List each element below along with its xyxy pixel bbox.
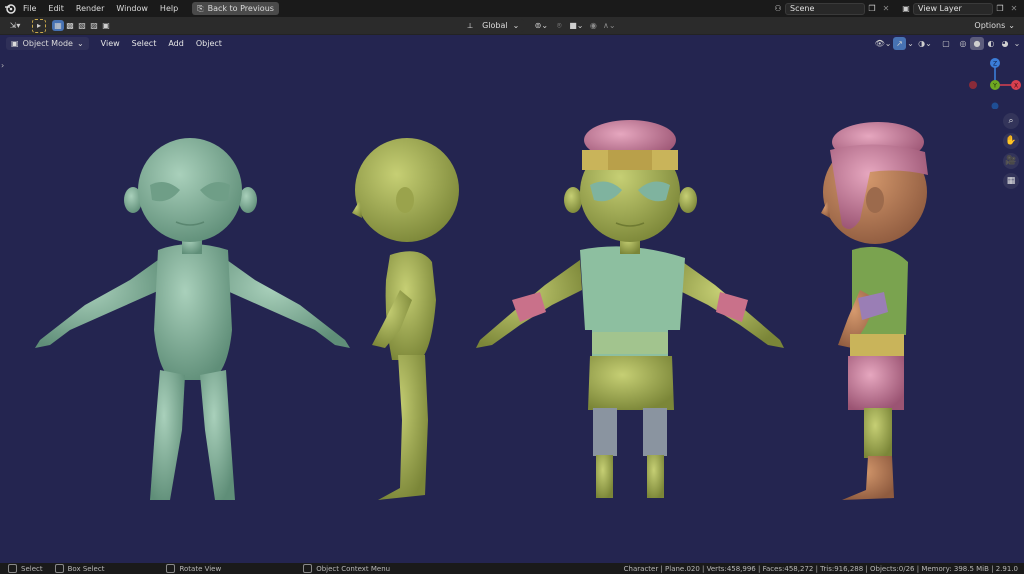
character-front-clothed-mesh[interactable]: [476, 120, 784, 498]
status-rotate-view: Rotate View: [166, 564, 221, 573]
scene-statistics: Character | Plane.020 | Verts:458,996 | …: [623, 564, 1018, 573]
back-to-previous-button[interactable]: ⎘ Back to Previous: [192, 2, 279, 15]
back-to-previous-label: Back to Previous: [207, 4, 274, 13]
status-select-label: Select: [21, 564, 43, 573]
options-button[interactable]: Options ⌄: [969, 19, 1020, 32]
falloff-icon[interactable]: ∧⌄: [600, 19, 618, 32]
snap-icon[interactable]: ⌾: [552, 19, 566, 32]
status-rotate-view-label: Rotate View: [179, 564, 222, 573]
character-models: [35, 120, 928, 500]
menu-file[interactable]: File: [17, 4, 42, 13]
status-bar: Select Box Select Rotate View Object Con…: [0, 563, 1024, 574]
status-box-select: Box Select: [54, 564, 105, 573]
select-subtract-icon[interactable]: ▧: [76, 19, 88, 32]
back-icon: ⎘: [197, 3, 204, 13]
delete-scene-icon[interactable]: ✕: [879, 2, 893, 15]
menu-window[interactable]: Window: [110, 4, 154, 13]
character-side-clothed-mesh[interactable]: [821, 122, 928, 500]
tool-settings-bar: ⇲▾ ▸ ▦ ▩ ▧ ▨ ▣ ⟂ Global ⌄ ⊚⌄ ⌾ ■⌄ ◉ ∧⌄ O…: [0, 17, 1024, 35]
view-layer-selector-icon[interactable]: ▣: [899, 2, 913, 15]
scene-name-field[interactable]: Scene: [785, 2, 865, 15]
orientation-label: Global: [482, 21, 508, 30]
scene-selector-icon[interactable]: ⚇: [771, 2, 785, 15]
blender-logo-icon[interactable]: [3, 2, 17, 15]
view-layer-name: View Layer: [918, 4, 962, 13]
mouse-middle-icon: [166, 564, 176, 573]
select-difference-icon[interactable]: ▨: [88, 19, 100, 32]
status-context-menu: Object Context Menu: [303, 564, 390, 573]
new-scene-icon[interactable]: ❐: [865, 2, 879, 15]
delete-view-layer-icon[interactable]: ✕: [1007, 2, 1021, 15]
menu-edit[interactable]: Edit: [42, 4, 70, 13]
menu-render[interactable]: Render: [70, 4, 110, 13]
status-box-select-label: Box Select: [67, 564, 105, 573]
tool-pivot-icon[interactable]: ⇲▾: [4, 19, 26, 32]
character-front-base-mesh[interactable]: [35, 138, 350, 500]
status-context-menu-label: Object Context Menu: [316, 564, 391, 573]
orientation-dropdown[interactable]: Global ⌄: [477, 19, 525, 32]
character-side-base-mesh[interactable]: [352, 138, 459, 500]
select-tool-icon[interactable]: ▸: [32, 18, 46, 33]
select-extend-icon[interactable]: ▩: [64, 19, 76, 32]
proportional-edit-icon[interactable]: ◉: [586, 19, 600, 32]
top-menu-bar: File Edit Render Window Help ⎘ Back to P…: [0, 0, 1024, 17]
menu-help[interactable]: Help: [154, 4, 184, 13]
new-view-layer-icon[interactable]: ❐: [993, 2, 1007, 15]
transform-orientation-icon[interactable]: ⟂: [463, 19, 477, 32]
scene-name: Scene: [790, 4, 815, 13]
mouse-drag-icon: [54, 564, 64, 573]
3d-viewport[interactable]: ▣ Object Mode ⌄ View Select Add Object 👁…: [0, 35, 1024, 563]
view-layer-field[interactable]: View Layer: [913, 2, 993, 15]
mouse-right-icon: [303, 564, 313, 573]
chevron-down-icon: ⌄: [1008, 21, 1015, 30]
select-intersect-icon[interactable]: ▣: [100, 19, 112, 32]
pivot-point-icon[interactable]: ⊚⌄: [530, 19, 552, 32]
options-label: Options: [974, 21, 1006, 30]
status-select: Select: [8, 564, 43, 573]
mouse-left-icon: [8, 564, 17, 573]
snap-target-icon[interactable]: ■⌄: [566, 19, 586, 32]
select-new-icon[interactable]: ▦: [52, 20, 64, 31]
chevron-down-icon: ⌄: [512, 21, 520, 30]
